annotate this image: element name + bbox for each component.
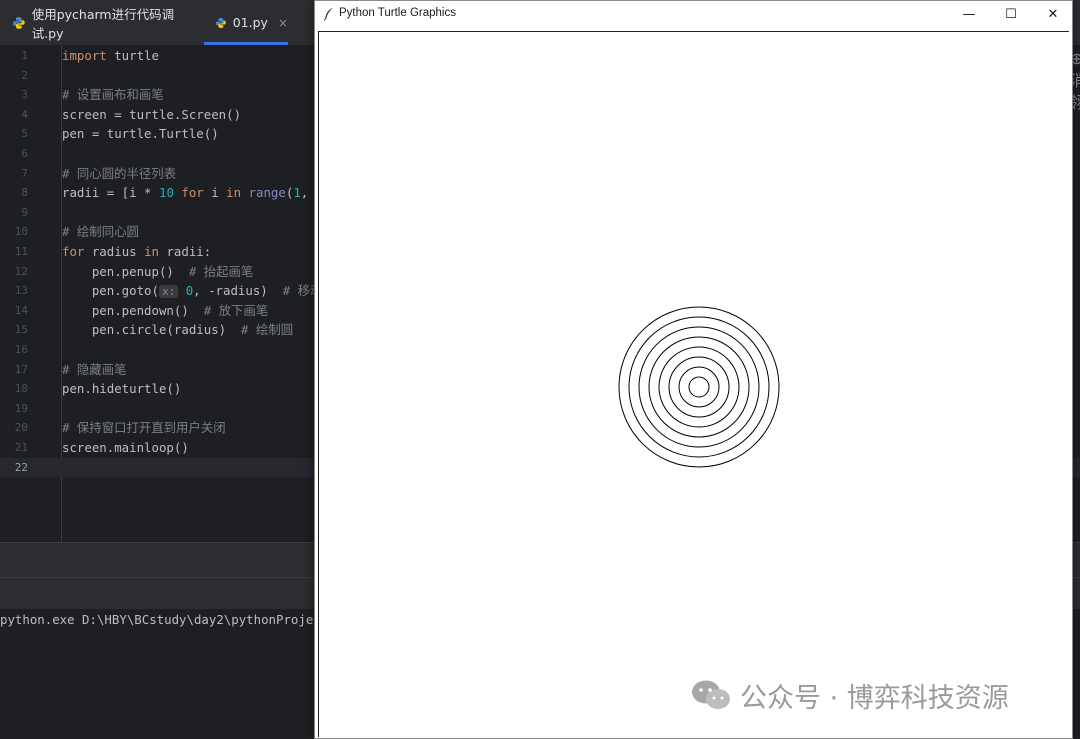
window-title-bar[interactable]: Python Turtle Graphics — ☐ ✕ (315, 1, 1072, 28)
line-number: 1 (21, 49, 28, 62)
maximize-button[interactable]: ☐ (990, 1, 1032, 28)
code-text: screen = turtle.Screen() (62, 106, 242, 122)
turtle-canvas[interactable] (318, 31, 1069, 737)
tab-label: 01.py (232, 15, 268, 30)
circle-r20 (678, 366, 720, 408)
code-text: pen.penup() # 抬起画笔 (62, 263, 254, 279)
minimize-button[interactable]: — (948, 1, 990, 28)
line-number: 6 (21, 147, 28, 160)
turtle-graphics-window[interactable]: Python Turtle Graphics — ☐ ✕ (314, 0, 1073, 739)
code-text: screen.mainloop() (62, 440, 189, 455)
code-text: pen.pendown() # 放下画笔 (62, 302, 269, 318)
watermark: 公众号 · 博弈科技资源 (690, 677, 1009, 714)
code-text: pen.circle(radius) # 绘制圆 (62, 322, 294, 338)
console-command-line: python.exe D:\HBY\BCstudy\day2\pythonPro… (0, 612, 336, 627)
window-title: Python Turtle Graphics (339, 7, 456, 19)
line-number: 3 (21, 88, 28, 102)
line-number: 18 (14, 382, 28, 396)
circle-r30 (668, 356, 730, 418)
circle-r80 (618, 306, 780, 468)
line-number: 19 (14, 401, 28, 415)
circle-r60 (638, 326, 760, 448)
code-text: # 同心圆的半径列表 (62, 165, 177, 181)
python-file-icon (215, 17, 226, 28)
watermark-text: 公众号 · 博弈科技资源 (740, 682, 1009, 714)
line-number: 5 (21, 127, 28, 141)
line-number: 12 (14, 264, 28, 278)
code-text: radii = [i * 10 for i in range(1, 10 (62, 185, 331, 201)
circle-r70 (628, 316, 770, 458)
close-button[interactable]: ✕ (1032, 1, 1074, 28)
line-number: 15 (14, 323, 28, 337)
line-number: 10 (14, 225, 28, 239)
code-text: pen.hideturtle() (62, 381, 182, 397)
code-text: pen.goto(x: 0, -radius) # 移动到 (62, 283, 335, 299)
circle-r40 (658, 346, 740, 428)
line-number: 4 (21, 107, 28, 121)
line-number: 17 (14, 362, 28, 376)
close-tab-icon[interactable]: × (278, 16, 288, 30)
code-text: import turtle (62, 48, 159, 63)
circle-r50 (648, 336, 750, 438)
code-text: # 绘制同心圆 (62, 224, 139, 240)
line-number: 8 (21, 186, 28, 200)
wechat-icon (692, 680, 730, 709)
line-number: 14 (14, 303, 28, 317)
code-text: # 保持窗口打开直到用户关闭 (62, 420, 226, 436)
line-number: 7 (21, 166, 28, 180)
tab-label: 使用pycharm进行代码调试.py (31, 6, 175, 41)
line-number: 2 (21, 68, 28, 82)
line-number: 21 (14, 441, 28, 454)
code-text: pen = turtle.Turtle() (62, 126, 219, 142)
line-number: 22 (14, 460, 28, 474)
circle-r10 (688, 376, 710, 398)
concentric-circles-drawing (618, 306, 780, 468)
line-number: 11 (14, 245, 28, 258)
tab-debug-file[interactable]: 使用pycharm进行代码调试.py (12, 0, 202, 45)
code-text: # 设置画布和画笔 (62, 87, 164, 103)
code-text: # 隐藏画笔 (62, 361, 127, 377)
code-text: for radius in radii: (62, 244, 212, 259)
python-file-icon (12, 16, 25, 29)
line-number: 13 (14, 284, 28, 298)
line-number: 20 (14, 421, 28, 435)
line-number: 9 (21, 205, 28, 219)
feather-icon (324, 8, 333, 21)
tab-01-py[interactable]: 01.py × (204, 0, 288, 45)
line-number: 16 (14, 343, 28, 356)
